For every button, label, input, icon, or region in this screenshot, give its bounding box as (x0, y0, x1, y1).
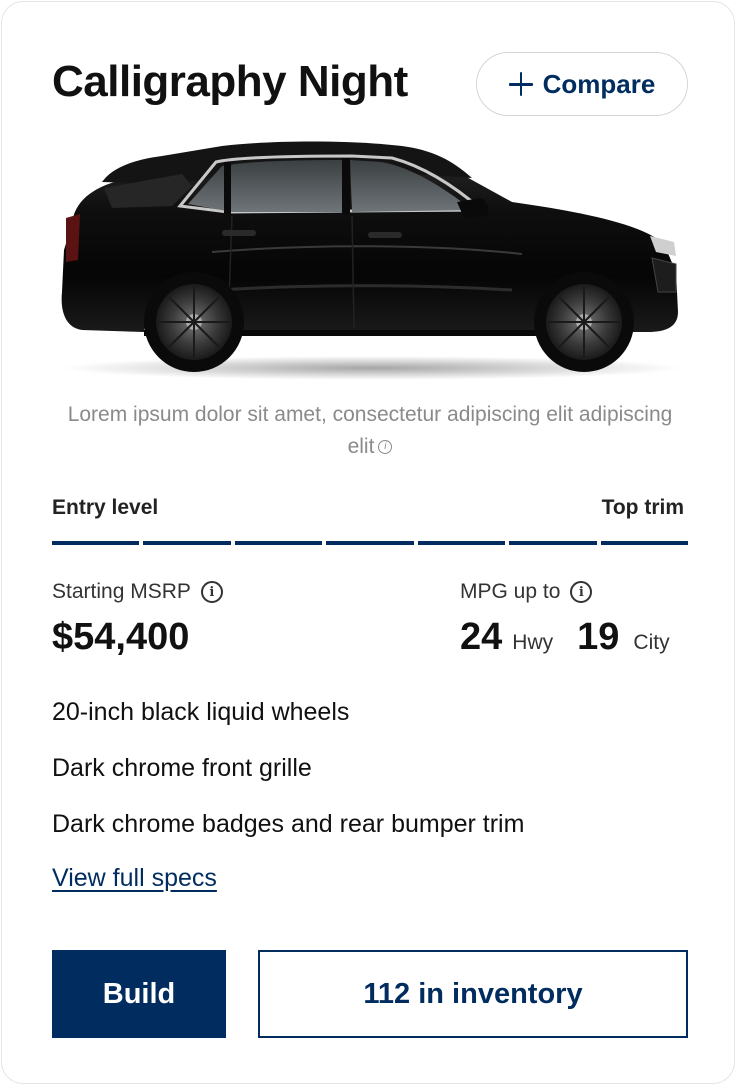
trim-level-bar (52, 541, 688, 545)
mpg-city-unit: City (633, 631, 670, 654)
mpg-label: MPG up to i (460, 580, 593, 604)
trim-bar-segment (600, 541, 688, 545)
trim-bar-segment (326, 541, 414, 545)
feature-list: 20-inch black liquid wheels Dark chrome … (52, 696, 524, 864)
mpg-city-value: 19 (577, 616, 620, 658)
info-icon[interactable]: i (570, 581, 593, 603)
feature-item: Dark chrome front grille (52, 754, 312, 782)
build-button[interactable]: Build (52, 950, 226, 1038)
view-full-specs-link[interactable]: View full specs (52, 864, 217, 893)
mpg-hwy-value: 24 (460, 616, 503, 658)
trim-title: Calligraphy Night (52, 57, 408, 106)
inventory-button[interactable]: 112 in inventory (258, 950, 688, 1038)
mpg-values: 24 Hwy 19 City (460, 616, 670, 659)
mpg-hwy-unit: Hwy (512, 631, 554, 654)
top-trim-label: Top trim (601, 496, 684, 519)
feature-item: 20-inch black liquid wheels (52, 698, 350, 726)
trim-bar-segment (417, 541, 506, 545)
disclaimer: Lorem ipsum dolor sit amet, consectetur … (52, 399, 688, 463)
mpg-label-text: MPG up to (460, 580, 561, 603)
entry-level-label: Entry level (52, 496, 159, 519)
compare-label: Compare (542, 68, 656, 99)
trim-bar-segment (52, 541, 140, 545)
trim-bar-segment (234, 541, 323, 545)
msrp-label-text: Starting MSRP (52, 580, 191, 603)
car-image (61, 141, 682, 380)
feature-item: Dark chrome badges and rear bumper trim (52, 810, 525, 838)
msrp-value: $54,400 (52, 616, 190, 658)
disclaimer-text: Lorem ipsum dolor sit amet, consectetur … (67, 403, 673, 458)
plus-icon (508, 72, 533, 96)
trim-bar-segment (509, 541, 597, 545)
msrp-label: Starting MSRP i (52, 580, 223, 604)
trim-bar-segment (143, 541, 231, 545)
info-icon[interactable]: i (378, 440, 393, 454)
compare-button[interactable]: Compare (476, 52, 688, 116)
info-icon[interactable]: i (200, 581, 223, 603)
trim-card: Calligraphy Night Compare Lorem ipsum do… (1, 1, 735, 1084)
